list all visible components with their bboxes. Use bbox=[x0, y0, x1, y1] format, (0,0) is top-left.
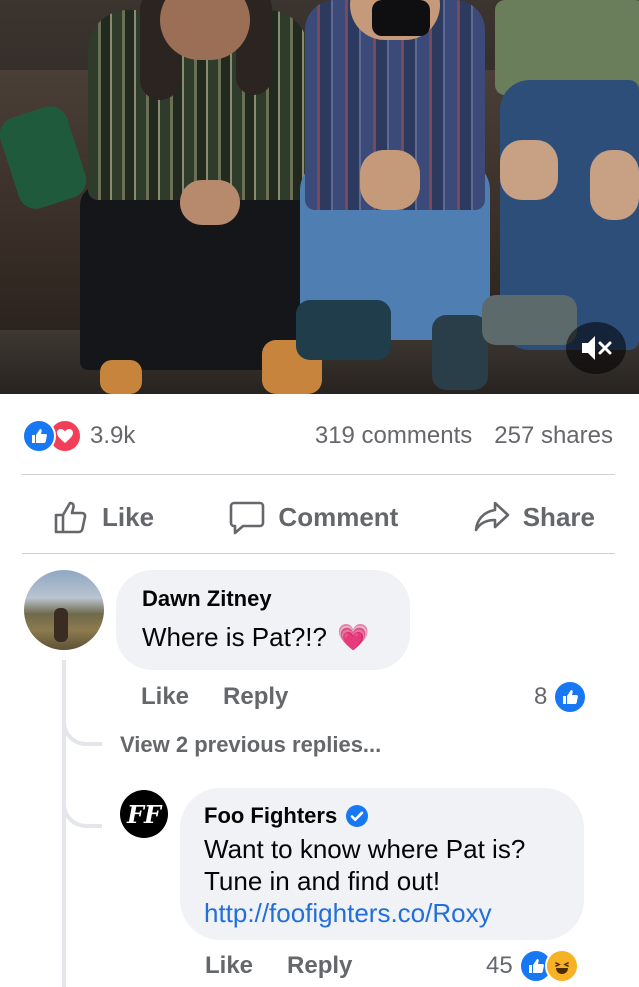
avatar[interactable] bbox=[24, 570, 104, 650]
reply-author[interactable]: Foo Fighters bbox=[204, 803, 337, 829]
unmute-button[interactable] bbox=[566, 322, 626, 374]
share-arrow-icon bbox=[474, 501, 510, 532]
avatar-figure bbox=[54, 608, 68, 642]
thread-connector bbox=[62, 708, 102, 746]
comment-label: Comment bbox=[278, 501, 399, 532]
thread-connector bbox=[62, 792, 102, 828]
reply-reactions[interactable]: 45 bbox=[486, 949, 579, 983]
reactions-summary[interactable]: 3.9k bbox=[22, 419, 135, 453]
comment-text: Where is Pat?!? bbox=[142, 622, 327, 652]
person-1-hands bbox=[180, 180, 240, 225]
comment-like-button[interactable]: Like bbox=[141, 683, 189, 711]
like-label: Like bbox=[102, 501, 155, 532]
avatar-logo-text: FF bbox=[126, 799, 162, 829]
reply-bubble: Foo Fighters Want to know where Pat is? … bbox=[180, 788, 584, 940]
person-2-mask bbox=[372, 0, 430, 36]
verified-badge-icon bbox=[346, 805, 369, 827]
comment-like-count: 8 bbox=[534, 683, 548, 710]
post-actions: Like Comment Share bbox=[22, 488, 615, 546]
thumbs-up-icon bbox=[54, 501, 87, 534]
haha-reaction-icon bbox=[544, 949, 579, 983]
comments-count-link[interactable]: 319 comments bbox=[315, 422, 472, 450]
person-2-shoe bbox=[296, 300, 391, 360]
comment-actions: Like Reply bbox=[141, 683, 288, 711]
like-button[interactable]: Like bbox=[52, 498, 154, 536]
reply-like-count: 45 bbox=[486, 952, 513, 979]
person-2-shoe bbox=[432, 315, 488, 390]
comment-reactions[interactable]: 8 bbox=[534, 680, 588, 714]
reply-text-line: Tune in and find out! bbox=[204, 866, 441, 896]
pink-heart-emoji: 💗 bbox=[336, 622, 370, 652]
comment-reply-button[interactable]: Reply bbox=[223, 683, 288, 711]
person-2-hands bbox=[360, 150, 420, 210]
speech-bubble-icon bbox=[230, 501, 265, 535]
divider bbox=[22, 474, 615, 475]
post-video[interactable] bbox=[0, 0, 639, 394]
avatar[interactable]: FF bbox=[120, 790, 168, 838]
reply-actions: Like Reply bbox=[205, 952, 352, 980]
comment-bubble: Dawn Zitney Where is Pat?!? 💗 bbox=[116, 570, 410, 670]
share-label: Share bbox=[522, 501, 595, 532]
speaker-mute-icon bbox=[582, 336, 612, 360]
reply-reply-button[interactable]: Reply bbox=[287, 952, 352, 980]
divider bbox=[22, 553, 615, 554]
shares-count-link[interactable]: 257 shares bbox=[494, 422, 613, 450]
reply-link[interactable]: http://foofighters.co/Roxy bbox=[204, 898, 492, 929]
reply-like-button[interactable]: Like bbox=[205, 952, 253, 980]
view-previous-replies[interactable]: View 2 previous replies... bbox=[120, 732, 381, 758]
person-3-hand bbox=[590, 150, 639, 220]
reactions-count: 3.9k bbox=[90, 422, 136, 449]
person-3-shoe bbox=[482, 295, 577, 345]
person-1-shoe bbox=[100, 360, 142, 394]
share-button[interactable]: Share bbox=[473, 498, 595, 536]
post-stats: 3.9k 319 comments 257 shares bbox=[22, 414, 613, 458]
comment-author[interactable]: Dawn Zitney bbox=[142, 586, 272, 612]
like-reaction-icon bbox=[22, 419, 56, 453]
like-reaction-icon bbox=[553, 680, 588, 714]
comment-button[interactable]: Comment bbox=[228, 498, 398, 536]
person-3-hand bbox=[500, 140, 558, 200]
reply-text-line: Want to know where Pat is? bbox=[204, 834, 526, 864]
